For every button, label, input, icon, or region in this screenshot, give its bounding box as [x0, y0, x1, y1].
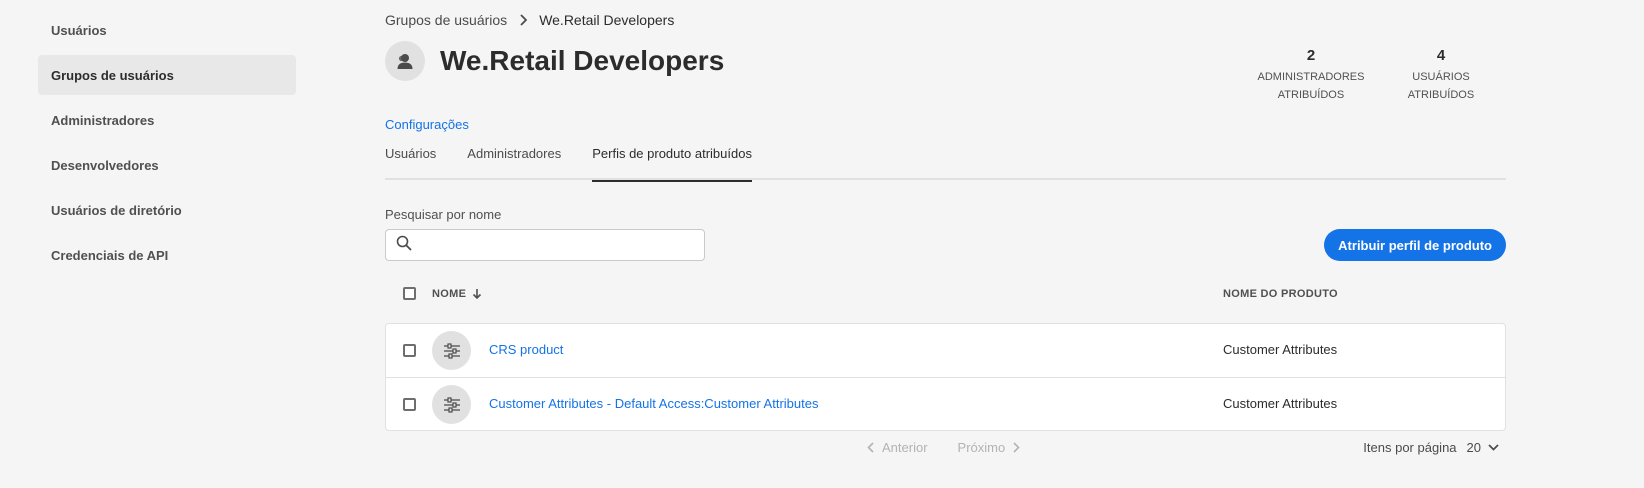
- page-header: We.Retail Developers: [385, 41, 724, 81]
- name-column-header[interactable]: NOME: [432, 288, 482, 300]
- sidebar-item-api-credentials[interactable]: Credenciais de API: [38, 235, 296, 275]
- product-name: Customer Attributes: [1223, 342, 1338, 357]
- tab-users[interactable]: Usuários: [385, 138, 436, 180]
- chevron-right-icon: [519, 14, 528, 26]
- user-group-icon: [385, 41, 425, 81]
- sliders-icon: [432, 385, 471, 424]
- chevron-left-icon: [867, 442, 874, 453]
- chevron-right-icon: [1013, 442, 1020, 453]
- search-input[interactable]: [420, 231, 704, 259]
- sliders-icon: [432, 331, 471, 370]
- items-per-page: Itens por página 20: [1363, 440, 1506, 455]
- row-checkbox[interactable]: [403, 344, 416, 357]
- stat-users: 4 USUÁRIOS ATRIBUÍDOS: [1376, 47, 1506, 104]
- sidebar: Usuários Grupos de usuários Administrado…: [38, 10, 296, 280]
- sidebar-item-developers[interactable]: Desenvolvedores: [38, 145, 296, 185]
- sidebar-item-users[interactable]: Usuários: [38, 10, 296, 50]
- tab-administrators[interactable]: Administradores: [467, 138, 561, 180]
- assign-product-profile-button[interactable]: Atribuir perfil de produto: [1324, 229, 1506, 261]
- previous-page-button[interactable]: Anterior: [867, 440, 928, 455]
- stat-users-label: USUÁRIOS ATRIBUÍDOS: [1376, 68, 1506, 104]
- stat-users-label-line2: ATRIBUÍDOS: [1407, 89, 1475, 101]
- items-per-page-select[interactable]: 20: [1467, 440, 1506, 455]
- chevron-down-icon: [1488, 444, 1499, 451]
- breadcrumb-current: We.Retail Developers: [539, 12, 675, 28]
- pagination: Anterior Próximo: [867, 440, 1020, 455]
- arrow-down-icon: [472, 288, 482, 300]
- search-icon: [396, 235, 412, 256]
- stat-admins-value: 2: [1306, 47, 1316, 64]
- search-box[interactable]: [385, 229, 705, 261]
- items-per-page-label: Itens por página: [1363, 440, 1457, 455]
- previous-page-label: Anterior: [882, 440, 928, 455]
- breadcrumb: Grupos de usuários We.Retail Developers: [385, 12, 674, 28]
- breadcrumb-parent-link[interactable]: Grupos de usuários: [385, 12, 507, 28]
- name-column-label: NOME: [432, 288, 467, 300]
- product-name: Customer Attributes: [1223, 396, 1338, 411]
- stat-admins-label-line1: ADMINISTRADORES: [1257, 71, 1365, 83]
- product-name-column-header: NOME DO PRODUTO: [1223, 288, 1338, 300]
- next-page-label: Próximo: [957, 440, 1006, 455]
- table-header: NOME NOME DO PRODUTO: [385, 282, 1506, 306]
- stat-admins: 2 ADMINISTRADORES ATRIBUÍDOS: [1246, 47, 1376, 104]
- items-per-page-value: 20: [1466, 440, 1481, 455]
- table-body: CRS product Customer Attributes Customer…: [385, 323, 1506, 431]
- tab-assigned-product-profiles[interactable]: Perfis de produto atribuídos: [592, 138, 752, 182]
- product-profile-link[interactable]: Customer Attributes - Default Access:Cus…: [489, 396, 818, 411]
- page-title: We.Retail Developers: [440, 45, 725, 76]
- main-content: Grupos de usuários We.Retail Developers …: [385, 0, 1506, 488]
- sidebar-item-user-groups[interactable]: Grupos de usuários: [38, 55, 296, 95]
- next-page-button[interactable]: Próximo: [958, 440, 1021, 455]
- sidebar-item-directory-users[interactable]: Usuários de diretório: [38, 190, 296, 230]
- settings-link[interactable]: Configurações: [385, 117, 469, 132]
- select-all-checkbox[interactable]: [403, 287, 416, 300]
- search-label: Pesquisar por nome: [385, 207, 502, 222]
- tabs: Usuários Administradores Perfis de produ…: [385, 138, 1506, 182]
- product-profile-link[interactable]: CRS product: [489, 342, 563, 357]
- stat-users-label-line1: USUÁRIOS: [1412, 71, 1470, 83]
- stat-users-value: 4: [1436, 47, 1446, 64]
- stat-admins-label: ADMINISTRADORES ATRIBUÍDOS: [1246, 68, 1376, 104]
- stats: 2 ADMINISTRADORES ATRIBUÍDOS 4 USUÁRIOS …: [1246, 47, 1506, 104]
- sidebar-item-administrators[interactable]: Administradores: [38, 100, 296, 140]
- stat-admins-label-line2: ATRIBUÍDOS: [1277, 89, 1345, 101]
- table-row: CRS product Customer Attributes: [386, 324, 1505, 377]
- row-checkbox[interactable]: [403, 398, 416, 411]
- table-row: Customer Attributes - Default Access:Cus…: [386, 377, 1505, 430]
